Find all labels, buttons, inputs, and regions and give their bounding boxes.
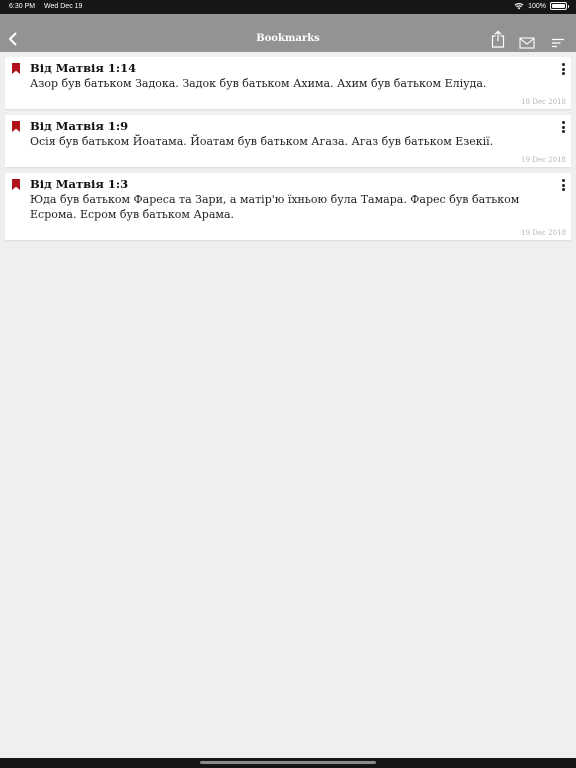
home-indicator[interactable] bbox=[0, 758, 576, 768]
battery-percent: 100% bbox=[528, 2, 546, 10]
bookmark-text: Азор був батьком Задока. Задок був батьк… bbox=[30, 77, 487, 90]
more-icon[interactable] bbox=[561, 63, 565, 75]
bookmark-card[interactable]: Від Матвія 1:14 Азор був батьком Задока.… bbox=[5, 57, 571, 109]
bookmark-icon bbox=[12, 121, 20, 132]
page-title: Bookmarks bbox=[256, 33, 320, 44]
share-icon bbox=[491, 30, 505, 48]
status-right: 100% bbox=[514, 2, 569, 10]
mail-button[interactable] bbox=[519, 34, 535, 49]
status-left: 6:30 PM Wed Dec 19 bbox=[9, 3, 89, 10]
bookmark-text: Юда був батьком Фареса та Зари, а матір'… bbox=[30, 193, 520, 221]
bookmark-card[interactable]: Від Матвія 1:3 Юда був батьком Фареса та… bbox=[5, 173, 571, 240]
bookmark-card[interactable]: Від Матвія 1:9 Осія був батьком Йоатама.… bbox=[5, 115, 571, 167]
nav-bar: Bookmarks bbox=[0, 14, 576, 52]
envelope-icon bbox=[519, 37, 535, 49]
bookmark-date: 19 Dec 2018 bbox=[521, 156, 566, 164]
battery-icon bbox=[550, 2, 569, 10]
sort-icon bbox=[552, 38, 564, 48]
bookmark-list: Від Матвія 1:14 Азор був батьком Задока.… bbox=[5, 57, 571, 246]
bookmark-text: Осія був батьком Йоатама. Йоатам був бат… bbox=[30, 135, 494, 148]
more-icon[interactable] bbox=[561, 121, 565, 133]
bookmark-icon bbox=[12, 179, 20, 190]
bookmark-title: Від Матвія 1:9 bbox=[30, 119, 129, 133]
bookmark-icon bbox=[12, 63, 20, 74]
status-bar: 6:30 PM Wed Dec 19 100% bbox=[0, 0, 576, 14]
bookmark-title: Від Матвія 1:3 bbox=[30, 177, 129, 191]
share-button[interactable] bbox=[491, 30, 505, 48]
status-date: Wed Dec 19 bbox=[44, 3, 83, 10]
sort-button[interactable] bbox=[551, 34, 565, 48]
more-icon[interactable] bbox=[561, 179, 565, 191]
bookmark-title: Від Матвія 1:14 bbox=[30, 61, 137, 75]
wifi-icon bbox=[514, 3, 524, 10]
status-time: 6:30 PM bbox=[9, 3, 36, 10]
bookmark-date: 19 Dec 2018 bbox=[521, 98, 566, 106]
bookmark-date: 19 Dec 2018 bbox=[521, 229, 566, 237]
